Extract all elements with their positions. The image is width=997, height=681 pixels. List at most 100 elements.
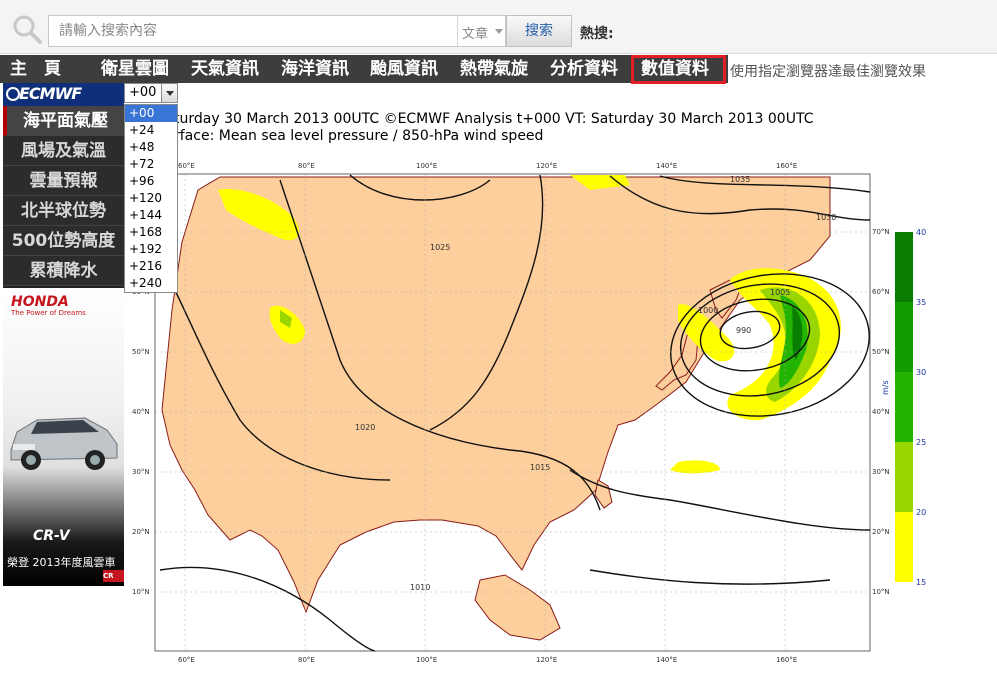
category-select-label: 文章 bbox=[462, 27, 489, 42]
ad-brand: HONDA bbox=[11, 294, 69, 310]
chart-subtitle: rface: Mean sea level pressure / 850-hPa… bbox=[174, 128, 544, 144]
step-option[interactable]: +72 bbox=[125, 156, 177, 173]
search-box: 文章 bbox=[48, 15, 506, 47]
lon-labels-top: 60°E 80°E 100°E 120°E 140°E 160°E bbox=[178, 162, 797, 170]
top-bar: 文章 搜索 熱搜: bbox=[0, 0, 997, 54]
lon-label: 160°E bbox=[776, 162, 797, 170]
step-option[interactable]: +240 bbox=[125, 275, 177, 292]
colorbar-swatch bbox=[895, 512, 913, 582]
colorbar-tick: 35 bbox=[916, 298, 926, 307]
lat-label: 40°N bbox=[132, 408, 150, 416]
lon-label: 120°E bbox=[536, 656, 557, 664]
step-option[interactable]: +120 bbox=[125, 190, 177, 207]
chart-title: turday 30 March 2013 00UTC ©ECMWF Analys… bbox=[174, 111, 814, 127]
lat-label: 40°N bbox=[872, 408, 890, 416]
lon-label: 80°E bbox=[298, 656, 315, 664]
colorbar-unit: m/s bbox=[881, 380, 890, 395]
lon-label: 140°E bbox=[656, 162, 677, 170]
nav-item-ocean[interactable]: 海洋資訊 bbox=[281, 55, 349, 83]
step-option[interactable]: +216 bbox=[125, 258, 177, 275]
colorbar-swatch bbox=[895, 302, 913, 372]
nav-item-weather[interactable]: 天氣資訊 bbox=[191, 55, 259, 83]
forecast-step-select[interactable]: +00 bbox=[124, 83, 178, 103]
sidebar-item-mslp[interactable]: 海平面氣壓 bbox=[3, 106, 124, 136]
category-select[interactable]: 文章 bbox=[457, 16, 507, 46]
lat-label: 70°N bbox=[872, 228, 890, 236]
nav-active-highlight bbox=[631, 55, 726, 84]
sidebar-item-500hpa[interactable]: 500位勢高度 bbox=[3, 226, 124, 256]
chevron-down-icon bbox=[495, 29, 503, 34]
step-option[interactable]: +24 bbox=[125, 122, 177, 139]
lat-label: 20°N bbox=[132, 528, 150, 536]
sidebar-menu: 海平面氣壓 風場及氣溫 雲量預報 北半球位勢 500位勢高度 累積降水 bbox=[3, 106, 124, 286]
lon-label: 60°E bbox=[178, 162, 195, 170]
step-option[interactable]: +192 bbox=[125, 241, 177, 258]
isobar-label: 990 bbox=[736, 326, 751, 335]
lat-label: 20°N bbox=[872, 528, 890, 536]
lat-label: 30°N bbox=[132, 468, 150, 476]
colorbar-swatch bbox=[895, 442, 913, 512]
isobar-label: 1010 bbox=[410, 583, 430, 592]
ad-cta: CR bbox=[103, 570, 124, 582]
colorbar-tick: 40 bbox=[916, 228, 926, 237]
lon-label: 60°E bbox=[178, 656, 195, 664]
lon-label: 100°E bbox=[416, 162, 437, 170]
lon-label: 100°E bbox=[416, 656, 437, 664]
step-option[interactable]: +00 bbox=[125, 105, 177, 122]
lat-label: 50°N bbox=[132, 348, 150, 356]
isobar-label: 1015 bbox=[530, 463, 550, 472]
nav-item-tropical-cyclone[interactable]: 熱帶氣旋 bbox=[460, 55, 528, 83]
isobar-label: 1030 bbox=[816, 213, 836, 222]
browser-note: 使用指定瀏覽器達最佳瀏覽效果 bbox=[730, 64, 926, 80]
car-image bbox=[10, 417, 118, 470]
sidebar-item-precip[interactable]: 累積降水 bbox=[3, 256, 124, 286]
sidebar-item-cloud[interactable]: 雲量預報 bbox=[3, 166, 124, 196]
left-sidebar: ECMWF 海平面氣壓 風場及氣溫 雲量預報 北半球位勢 500位勢高度 累積降… bbox=[3, 83, 124, 586]
ad-caption: 榮登 2013年度風雲車 bbox=[7, 556, 116, 569]
nav-item-typhoon[interactable]: 颱風資訊 bbox=[370, 55, 438, 83]
sidebar-item-nh-geopotential[interactable]: 北半球位勢 bbox=[3, 196, 124, 226]
colorbar-swatch bbox=[895, 232, 913, 302]
main-nav: 主 頁 衛星雲圖 天氣資訊 海洋資訊 颱風資訊 熱帶氣旋 分析資料 數值資料 使… bbox=[0, 55, 997, 84]
nav-item-home[interactable]: 主 頁 bbox=[10, 55, 61, 83]
isobar-label: 1025 bbox=[430, 243, 450, 252]
lat-label: 60°N bbox=[872, 288, 890, 296]
ad-banner[interactable]: HONDA The Power of Dreams CR-V 榮登 2013年度… bbox=[3, 288, 124, 586]
ecmwf-logo-icon bbox=[6, 87, 20, 101]
lat-label: 50°N bbox=[872, 348, 890, 356]
ad-tagline: The Power of Dreams bbox=[11, 309, 86, 317]
nav-item-satellite[interactable]: 衛星雲圖 bbox=[101, 55, 169, 83]
lon-label: 80°E bbox=[298, 162, 315, 170]
ecmwf-logo: ECMWF bbox=[3, 83, 124, 106]
isobar-label: 1000 bbox=[698, 306, 718, 315]
weather-map-svg: 990 1000 1005 1010 1015 1020 1025 1030 1… bbox=[132, 162, 926, 664]
lat-label: 30°N bbox=[872, 468, 890, 476]
search-icon bbox=[13, 15, 42, 44]
lat-labels-right: 10°N 20°N 30°N 40°N 50°N 60°N 70°N bbox=[872, 228, 890, 596]
step-option[interactable]: +96 bbox=[125, 173, 177, 190]
colorbar-swatch bbox=[895, 372, 913, 442]
weather-map: 990 1000 1005 1010 1015 1020 1025 1030 1… bbox=[130, 150, 950, 665]
nav-item-analysis[interactable]: 分析資料 bbox=[550, 55, 618, 83]
search-button[interactable]: 搜索 bbox=[506, 15, 572, 47]
forecast-step-list: +00 +24 +48 +72 +96 +120 +144 +168 +192 … bbox=[124, 104, 178, 293]
chevron-down-icon bbox=[166, 91, 174, 96]
lat-label: 10°N bbox=[132, 588, 150, 596]
lon-label: 140°E bbox=[656, 656, 677, 664]
search-input[interactable] bbox=[49, 16, 457, 46]
sidebar-item-wind-temp[interactable]: 風場及氣溫 bbox=[3, 136, 124, 166]
forecast-step-value: +00 bbox=[129, 85, 157, 100]
dropdown-button[interactable] bbox=[161, 84, 177, 102]
colorbar-tick: 30 bbox=[916, 368, 926, 377]
lon-label: 160°E bbox=[776, 656, 797, 664]
lon-label: 120°E bbox=[536, 162, 557, 170]
step-option[interactable]: +48 bbox=[125, 139, 177, 156]
isobar-label: 1005 bbox=[770, 288, 790, 297]
ecmwf-logo-text: ECMWF bbox=[19, 84, 82, 103]
hot-search-label: 熱搜: bbox=[580, 26, 614, 42]
step-option[interactable]: +168 bbox=[125, 224, 177, 241]
step-option[interactable]: +144 bbox=[125, 207, 177, 224]
ad-model: CR-V bbox=[33, 528, 70, 544]
lat-label: 10°N bbox=[872, 588, 890, 596]
colorbar-tick: 20 bbox=[916, 508, 926, 517]
